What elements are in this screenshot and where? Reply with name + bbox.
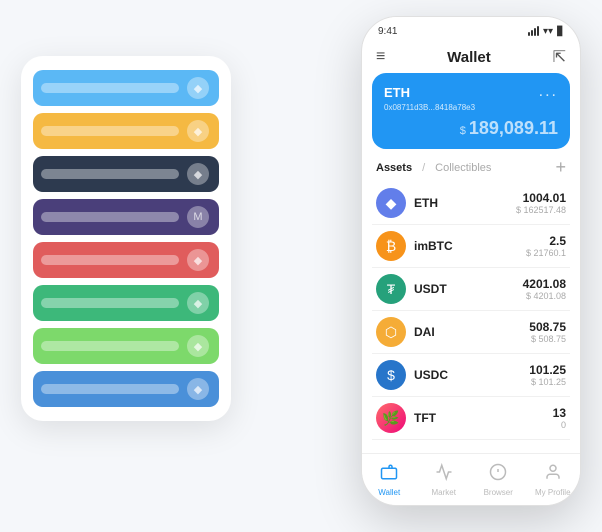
asset-amount-sub: $ 21760.1 — [526, 248, 566, 258]
phone-header: ≡ Wallet ⇱ — [362, 45, 580, 73]
nav-item-market[interactable]: Market — [417, 463, 472, 497]
asset-row[interactable]: ₿ imBTC2.5$ 21760.1 — [372, 225, 570, 268]
status-icons: ▾▾ ▊ — [528, 26, 564, 37]
signal-icon — [528, 26, 539, 36]
asset-icon-eth: ◆ — [376, 188, 406, 218]
eth-card-header: ETH ... — [384, 83, 558, 101]
asset-list: ◆ ETH1004.01$ 162517.48 ₿ imBTC2.5$ 21760.1… — [362, 182, 580, 453]
tab-collectibles[interactable]: Collectibles — [435, 162, 491, 174]
eth-balance-label: $ 189,089.11 — [384, 118, 558, 139]
asset-name-usdc: USDC — [414, 368, 529, 382]
asset-icon-usdc: $ — [376, 360, 406, 390]
tab-assets[interactable]: Assets — [376, 162, 412, 174]
asset-icon-usdt: ₮ — [376, 274, 406, 304]
nav-icon-wallet — [380, 463, 398, 486]
asset-name-usdt: USDT — [414, 282, 523, 296]
nav-icon-browser — [489, 463, 507, 486]
card-item[interactable]: ◆ — [33, 328, 219, 364]
asset-amounts-eth: 1004.01$ 162517.48 — [516, 191, 566, 215]
asset-amount-sub: $ 101.25 — [529, 377, 566, 387]
wifi-icon: ▾▾ — [543, 26, 553, 37]
asset-icon-tft: 🌿 — [376, 403, 406, 433]
asset-row[interactable]: ◆ ETH1004.01$ 162517.48 — [372, 182, 570, 225]
eth-balance-value: 189,089.11 — [469, 118, 558, 138]
nav-label-wallet: Wallet — [378, 488, 400, 497]
assets-header: Assets / Collectibles + — [362, 157, 580, 182]
asset-name-eth: ETH — [414, 196, 516, 210]
add-asset-button[interactable]: + — [555, 157, 566, 178]
status-bar: 9:41 ▾▾ ▊ — [362, 17, 580, 45]
card-item[interactable]: ◆ — [33, 113, 219, 149]
asset-amount-main: 4201.08 — [523, 277, 566, 291]
card-item[interactable]: ◆ — [33, 285, 219, 321]
asset-icon-dai: ⬡ — [376, 317, 406, 347]
asset-name-tft: TFT — [414, 411, 553, 425]
nav-item-wallet[interactable]: Wallet — [362, 463, 417, 497]
nav-item-browser[interactable]: Browser — [471, 463, 526, 497]
card-item[interactable]: ◆ — [33, 70, 219, 106]
phone-mockup: 9:41 ▾▾ ▊ ≡ Wallet ⇱ ETH ... — [361, 16, 581, 506]
card-item[interactable]: ◆ — [33, 371, 219, 407]
card-item[interactable]: ◆ — [33, 156, 219, 192]
page-title: Wallet — [447, 49, 491, 66]
asset-amounts-dai: 508.75$ 508.75 — [529, 320, 566, 344]
menu-icon[interactable]: ≡ — [376, 48, 385, 66]
asset-amount-main: 1004.01 — [516, 191, 566, 205]
card-item[interactable]: ◆ — [33, 242, 219, 278]
eth-card-address: 0x08711d3B...8418a78e3 — [384, 103, 558, 112]
asset-row[interactable]: ⬡ DAI508.75$ 508.75 — [372, 311, 570, 354]
status-time: 9:41 — [378, 26, 397, 37]
asset-name-dai: DAI — [414, 325, 529, 339]
card-stack: ◆ ◆ ◆ M ◆ ◆ ◆ ◆ — [21, 56, 231, 421]
scene: ◆ ◆ ◆ M ◆ ◆ ◆ ◆ 9:41 ▾▾ ▊ ≡ Wallet ⇱ — [21, 16, 581, 516]
nav-item-my-profile[interactable]: My Profile — [526, 463, 581, 497]
asset-amounts-usdt: 4201.08$ 4201.08 — [523, 277, 566, 301]
asset-icon-imbtc: ₿ — [376, 231, 406, 261]
eth-card[interactable]: ETH ... 0x08711d3B...8418a78e3 $ 189,089… — [372, 73, 570, 149]
tab-slash: / — [422, 162, 425, 174]
asset-amount-sub: $ 162517.48 — [516, 205, 566, 215]
nav-label-browser: Browser — [484, 488, 513, 497]
asset-amount-sub: 0 — [553, 420, 566, 430]
asset-amounts-imbtc: 2.5$ 21760.1 — [526, 234, 566, 258]
card-item[interactable]: M — [33, 199, 219, 235]
asset-amount-main: 101.25 — [529, 363, 566, 377]
asset-amounts-tft: 130 — [553, 406, 566, 430]
asset-amounts-usdc: 101.25$ 101.25 — [529, 363, 566, 387]
eth-card-more[interactable]: ... — [539, 83, 558, 101]
asset-row[interactable]: ₮ USDT4201.08$ 4201.08 — [372, 268, 570, 311]
asset-amount-main: 2.5 — [526, 234, 566, 248]
nav-icon-market — [435, 463, 453, 486]
asset-name-imbtc: imBTC — [414, 239, 526, 253]
eth-card-title: ETH — [384, 85, 410, 100]
expand-icon[interactable]: ⇱ — [553, 47, 566, 67]
asset-row[interactable]: 🌿 TFT130 — [372, 397, 570, 440]
nav-label-market: Market — [432, 488, 456, 497]
asset-amount-main: 508.75 — [529, 320, 566, 334]
asset-amount-sub: $ 508.75 — [529, 334, 566, 344]
asset-amount-sub: $ 4201.08 — [523, 291, 566, 301]
asset-row[interactable]: $ USDC101.25$ 101.25 — [372, 354, 570, 397]
battery-icon: ▊ — [557, 26, 564, 37]
nav-icon-my-profile — [544, 463, 562, 486]
asset-amount-main: 13 — [553, 406, 566, 420]
nav-label-my-profile: My Profile — [535, 488, 571, 497]
bottom-nav: Wallet Market Browser My Profile — [362, 453, 580, 505]
assets-tabs: Assets / Collectibles — [376, 162, 491, 174]
